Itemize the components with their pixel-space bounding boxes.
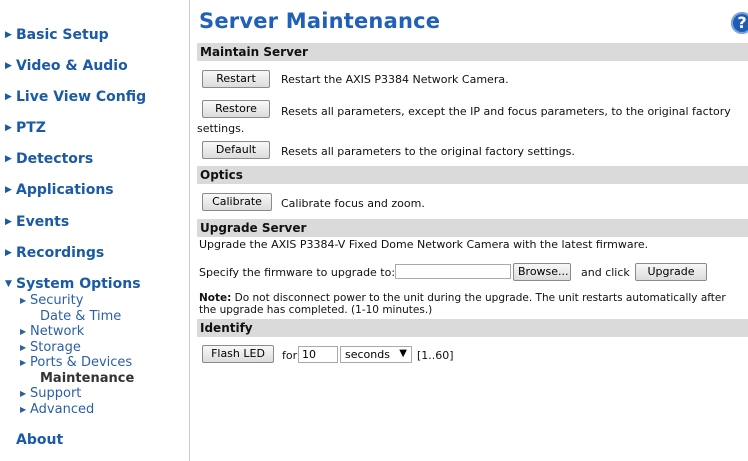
sidebar-item-detectors[interactable]: ▶ Detectors bbox=[5, 151, 93, 167]
duration-range: [1..60] bbox=[417, 349, 454, 362]
sidebar-subitem-storage[interactable]: ▶ Storage bbox=[20, 340, 81, 355]
upgrade-intro: Upgrade the AXIS P3384-V Fixed Dome Netw… bbox=[199, 238, 649, 251]
page-title: Server Maintenance bbox=[199, 9, 441, 33]
chevron-down-icon: ▼ bbox=[399, 348, 407, 359]
section-header-optics: Optics bbox=[197, 166, 748, 184]
sidebar-item-live-view-config[interactable]: ▶ Live View Config bbox=[5, 89, 146, 105]
sidebar-subitem-support[interactable]: ▶ Support bbox=[20, 386, 81, 401]
sidebar-subitem-date-time[interactable]: Date & Time bbox=[40, 309, 121, 324]
note-text: Do not disconnect power to the unit duri… bbox=[199, 292, 726, 316]
triangle-right-icon: ▶ bbox=[5, 185, 12, 195]
default-description: Resets all parameters to the original fa… bbox=[281, 145, 575, 158]
section-header-upgrade-server: Upgrade Server bbox=[197, 219, 748, 237]
triangle-right-icon: ▶ bbox=[5, 248, 12, 258]
sidebar-item-video-audio[interactable]: ▶ Video & Audio bbox=[5, 58, 128, 74]
calibrate-button[interactable]: Calibrate bbox=[202, 193, 272, 211]
for-label: for bbox=[282, 349, 298, 362]
section-header-identify: Identify bbox=[197, 319, 748, 337]
triangle-right-icon: ▶ bbox=[20, 296, 27, 305]
upgrade-note: Note: Do not disconnect power to the uni… bbox=[199, 292, 745, 316]
triangle-right-icon: ▶ bbox=[5, 217, 12, 227]
sidebar-nav: ▶ Basic Setup ▶ Video & Audio ▶ Live View C… bbox=[0, 0, 190, 461]
triangle-right-icon: ▶ bbox=[5, 61, 12, 71]
default-button[interactable]: Default bbox=[202, 141, 270, 159]
note-label: Note: bbox=[199, 292, 232, 304]
sidebar-item-events[interactable]: ▶ Events bbox=[5, 214, 69, 230]
triangle-right-icon: ▶ bbox=[20, 389, 27, 398]
and-click-label: and click bbox=[581, 266, 630, 279]
firmware-file-input[interactable] bbox=[395, 264, 511, 279]
calibrate-description: Calibrate focus and zoom. bbox=[281, 197, 425, 210]
triangle-right-icon: ▶ bbox=[5, 92, 12, 102]
restart-button[interactable]: Restart bbox=[202, 70, 270, 88]
upgrade-button[interactable]: Upgrade bbox=[635, 263, 707, 281]
triangle-right-icon: ▶ bbox=[20, 343, 27, 352]
sidebar-item-about[interactable]: About bbox=[16, 432, 63, 448]
triangle-down-icon: ▼ bbox=[5, 279, 12, 289]
sidebar-subitem-network[interactable]: ▶ Network bbox=[20, 324, 84, 339]
restore-description: Resets all parameters, except the IP and… bbox=[197, 105, 731, 135]
sidebar-subitem-maintenance[interactable]: Maintenance bbox=[40, 371, 134, 386]
firmware-label: Specify the firmware to upgrade to: bbox=[199, 266, 396, 279]
triangle-right-icon: ▶ bbox=[20, 358, 27, 367]
triangle-right-icon: ▶ bbox=[5, 123, 12, 133]
sidebar-item-applications[interactable]: ▶ Applications bbox=[5, 182, 114, 198]
flash-led-button[interactable]: Flash LED bbox=[202, 345, 274, 363]
main-content: Server Maintenance ? Maintain Server Res… bbox=[197, 0, 748, 461]
browse-button[interactable]: Browse... bbox=[513, 263, 571, 281]
sidebar-item-recordings[interactable]: ▶ Recordings bbox=[5, 245, 104, 261]
duration-unit-select[interactable]: seconds ▼ bbox=[340, 346, 412, 363]
section-header-maintain-server: Maintain Server bbox=[197, 43, 748, 61]
sidebar-subitem-advanced[interactable]: ▶ Advanced bbox=[20, 402, 94, 417]
help-icon[interactable]: ? bbox=[731, 12, 748, 34]
triangle-right-icon: ▶ bbox=[20, 405, 27, 414]
sidebar-item-system-options[interactable]: ▼ System Options bbox=[5, 276, 141, 292]
sidebar-item-ptz[interactable]: ▶ PTZ bbox=[5, 120, 46, 136]
triangle-right-icon: ▶ bbox=[20, 327, 27, 336]
sidebar-item-basic-setup[interactable]: ▶ Basic Setup bbox=[5, 27, 109, 43]
restart-description: Restart the AXIS P3384 Network Camera. bbox=[281, 73, 509, 86]
triangle-right-icon: ▶ bbox=[5, 30, 12, 40]
sidebar-subitem-security[interactable]: ▶ Security bbox=[20, 293, 83, 308]
sidebar-subitem-ports-devices[interactable]: ▶ Ports & Devices bbox=[20, 355, 132, 370]
flash-duration-input[interactable] bbox=[298, 346, 338, 363]
triangle-right-icon: ▶ bbox=[5, 154, 12, 164]
